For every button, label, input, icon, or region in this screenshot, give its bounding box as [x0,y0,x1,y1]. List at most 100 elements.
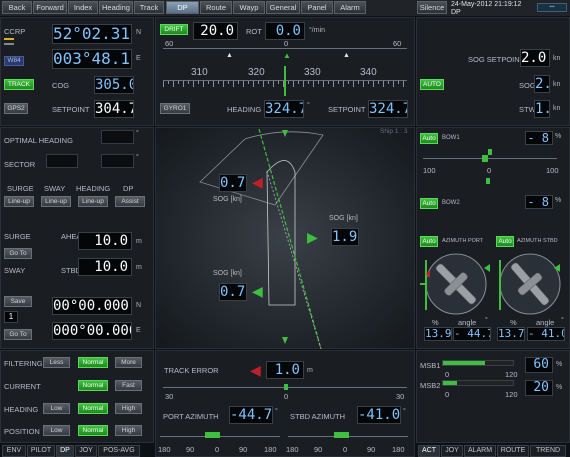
compass-tick [373,81,374,87]
sog-label: SOG [kn] [213,270,242,277]
filtering-less-button[interactable]: Less [43,357,70,368]
compass-tick [263,81,264,87]
datum-badge[interactable]: W84 [4,56,24,66]
compass-tick [358,81,359,84]
msb1-scale-max: 120 [505,370,518,379]
msb2-scale-min: 0 [445,390,450,399]
position-goto-button[interactable]: Go To [4,329,32,340]
compass-tick [308,81,309,84]
compass-tick [243,81,244,87]
tab-route-bottom[interactable]: ROUTE [497,445,529,457]
heading-high-button[interactable]: High [115,403,142,414]
tab-index[interactable]: Index [68,1,98,14]
tab-wayp[interactable]: Wayp [233,1,265,14]
col-surge: SURGE [7,184,34,193]
position-low-button[interactable]: Low [43,425,70,436]
tab-panel[interactable]: Panel [301,1,333,14]
compass-tick [288,81,289,84]
tab-dp[interactable]: DP [166,1,199,14]
tab-route[interactable]: Route [200,1,232,14]
port-az-scale [160,436,280,437]
cog-setpoint-value[interactable]: 304.7 [94,100,134,118]
compass-tick [163,81,164,87]
compass-tick [298,81,299,84]
drift-button[interactable]: DRIFT [160,24,188,35]
gps-button[interactable]: GPS2 [4,103,28,114]
tab-act[interactable]: ACT [418,445,440,457]
port-pct-label: % [432,318,439,327]
bow2-auto-button[interactable]: Auto [420,198,438,209]
msb2-bar-fill [443,381,457,385]
tab-joy[interactable]: JOY [75,445,97,457]
filtering-more-button[interactable]: More [115,357,142,368]
compass-tick [178,81,179,84]
sog-setpoint-value[interactable]: 2.0 [520,49,550,67]
bow1-auto-button[interactable]: Auto [420,133,438,144]
port-angle-value: - 44.7 [453,327,491,341]
msb1-bar-fill [443,361,485,365]
sector-field-2[interactable] [101,154,134,168]
tab-pos-avg[interactable]: POS-AVG [98,445,140,457]
compass-tick [278,81,279,84]
stbd-azimuth-auto-button[interactable]: Auto [496,236,514,247]
heading-low-button[interactable]: Low [43,403,70,414]
sector-wedge [199,131,324,206]
track-button[interactable]: TRACK [4,79,34,90]
heading-lineup-button[interactable]: Line-up [78,196,108,207]
dp-assist-button[interactable]: Assist [115,196,145,207]
tab-trend[interactable]: TREND [530,445,566,457]
surge-goto-button[interactable]: Go To [4,248,32,259]
ahead-value[interactable]: 10.0 [78,232,132,250]
position-high-button[interactable]: High [115,425,142,436]
surge-lineup-button[interactable]: Line-up [4,196,34,207]
stbd-value[interactable]: 10.0 [78,258,132,276]
current-fast-button[interactable]: Fast [115,380,142,391]
auto-button[interactable]: AUTO [420,79,444,90]
slot-number[interactable]: 1 [4,311,18,323]
tab-alarm[interactable]: Alarm [334,1,366,14]
compass-tick [398,81,399,84]
az-tick: 90 [367,445,376,454]
filtering-label: FILTERING [4,359,43,368]
tab-dp-bottom[interactable]: DP [56,445,74,457]
tab-alarm-bottom[interactable]: ALARM [464,445,496,457]
filtering-normal-button[interactable]: Normal [78,357,108,368]
saved-lat-value[interactable]: 00°00.000' [52,297,132,315]
bow2-value: - 8 [525,195,553,209]
compass-tick [368,81,369,84]
msb1-bar-track [442,360,514,366]
tab-env[interactable]: ENV [2,445,26,457]
tab-track[interactable]: Track [134,1,164,14]
port-azimuth-auto-button[interactable]: Auto [420,236,438,247]
current-normal-button[interactable]: Normal [78,380,108,391]
stbd-pct-value: 13.7 [497,327,525,341]
compass-tick [393,81,394,87]
compass-label: 340 [360,67,377,78]
compass-tick [183,81,184,87]
tab-back[interactable]: Back [2,1,32,14]
sector-field-1[interactable] [46,154,78,168]
position-normal-button[interactable]: Normal [78,425,108,436]
percent-unit: % [556,384,563,391]
optimal-heading-field[interactable] [101,130,134,144]
heading-normal-button[interactable]: Normal [78,403,108,414]
tab-joy-right[interactable]: JOY [441,445,463,457]
degree-unit: ° [485,317,488,324]
stbd-pct-label: % [510,318,517,327]
tab-general[interactable]: General [266,1,300,14]
gyro-button[interactable]: GYRO1 [160,103,190,114]
tab-pilot[interactable]: PILOT [27,445,55,457]
col-heading: HEADING [76,184,111,193]
sway-lineup-button[interactable]: Line-up [41,196,71,207]
sog-left-bottom-value: 0.7 [219,283,247,301]
tab-heading[interactable]: Heading [99,1,133,14]
save-button[interactable]: Save [4,296,32,307]
stbd-az-bar [334,432,349,438]
silence-button[interactable]: Silence [417,1,447,14]
sog-arrow-left-icon: ◀ [252,174,263,190]
saved-lon-value[interactable]: 000°00.000' [52,322,132,340]
heading-setpoint-value[interactable]: 324.7 [368,100,408,118]
compass-tick [248,81,249,84]
datetime: 24-May-2012 21:19:12 [451,1,522,8]
tab-forward[interactable]: Forward [33,1,67,14]
